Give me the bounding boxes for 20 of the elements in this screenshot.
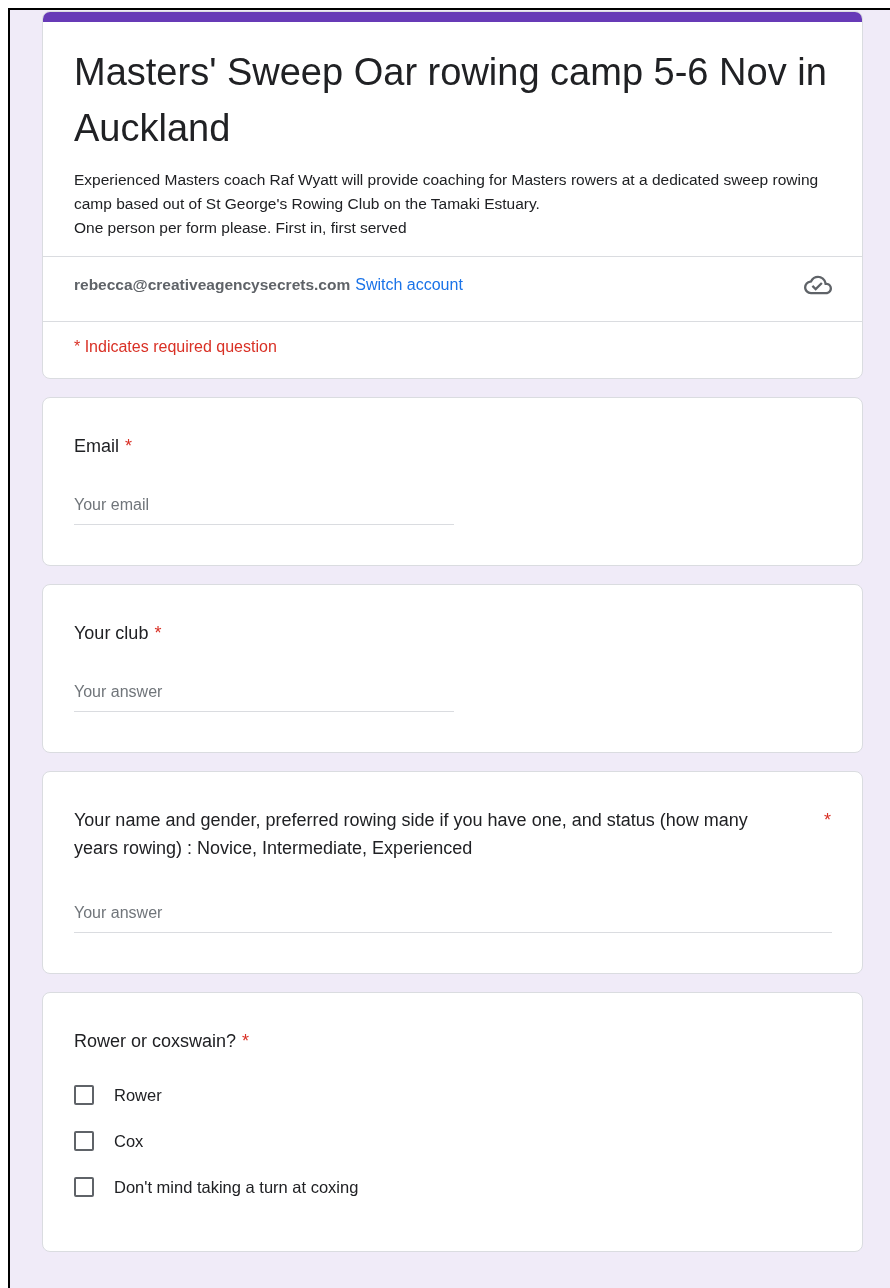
checkbox[interactable]	[74, 1131, 94, 1151]
form-description: One person per form please. First in, first served	[74, 218, 408, 238]
question-label: Email	[74, 436, 119, 456]
required-asterisk: *	[824, 809, 831, 832]
account-email: rebecca@creativeagencysecrets.com	[74, 276, 351, 293]
option-label: Don't mind taking a turn at coxing	[114, 1177, 359, 1197]
switch-account-link[interactable]: Switch account	[355, 276, 463, 293]
question-label: Rower or coxswain?	[74, 1031, 237, 1051]
checkbox[interactable]	[74, 1085, 94, 1105]
option-label: Cox	[114, 1131, 144, 1151]
option-label: Rower	[114, 1085, 162, 1105]
required-note: * Indicates required question	[74, 338, 277, 355]
form-description: Experienced Masters coach Raf Wyatt will provide coaching for Masters rowers at a dedicated sweep rowing camp based out of St George's Rowing Club on the Tamaki Estuary.	[74, 170, 820, 214]
required-asterisk: *	[125, 436, 133, 456]
checkbox[interactable]	[74, 1177, 94, 1197]
question-label: Your name and gender, preferred rowing side if you have one, and status (how many years rowing) : Novice, Intermediate, Experienced	[74, 809, 749, 860]
question-label: Your club	[74, 623, 149, 643]
required-asterisk: *	[154, 623, 162, 643]
form-title: Masters' Sweep Oar rowing camp 5-6 Nov in Auckland	[74, 50, 828, 151]
required-asterisk: *	[242, 1031, 250, 1051]
